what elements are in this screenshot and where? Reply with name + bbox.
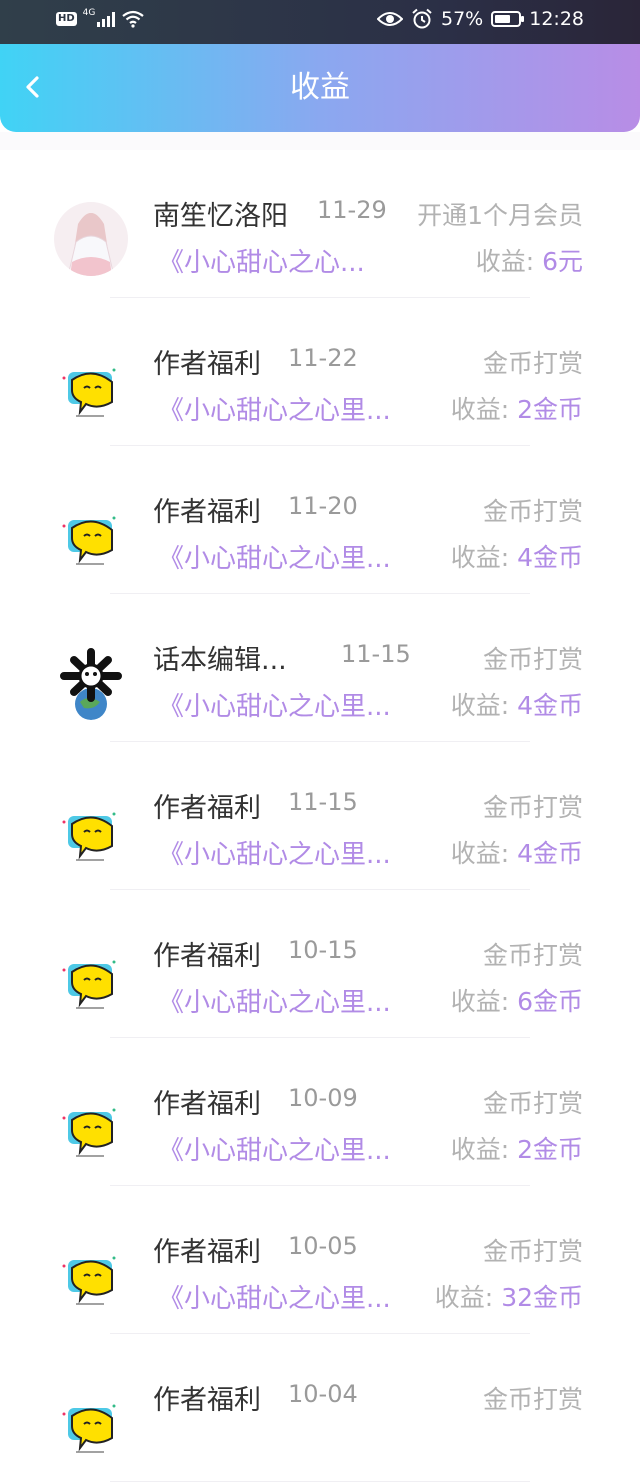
status-right: 57% 12:28 — [377, 8, 584, 30]
avatar[interactable] — [54, 498, 128, 572]
sender-name: 作者福利 — [153, 1089, 261, 1120]
income-record-row[interactable]: 作者福利 11-22 金币打赏《小心甜心之心里... 收益: 2金币 — [0, 298, 640, 446]
hd-badge: HD — [56, 12, 77, 26]
wifi-icon — [122, 10, 145, 28]
sender-name: 作者福利 — [153, 1237, 261, 1268]
income-record-row[interactable]: 作者福利 10-05 金币打赏《小心甜心之心里... 收益: 32金币 — [0, 1186, 640, 1334]
sender-name: 作者福利 — [153, 1385, 261, 1416]
sender-name: 南笙忆洛阳 — [153, 201, 288, 232]
income-record-row[interactable]: 作者福利 10-04 金币打赏 — [0, 1334, 640, 1482]
income-value: 32金币 — [501, 1283, 583, 1312]
avatar[interactable] — [54, 794, 128, 868]
income-value: 2金币 — [517, 1135, 583, 1164]
income-amount: 收益: 6金币 — [451, 982, 583, 1018]
income-record-row[interactable]: 作者福利 10-09 金币打赏《小心甜心之心里... 收益: 2金币 — [0, 1038, 640, 1186]
avatar[interactable] — [54, 646, 128, 720]
income-amount: 收益: 4金币 — [451, 538, 583, 574]
book-title-link[interactable]: 《小心甜心之心里... — [158, 686, 391, 723]
page-title: 收益 — [290, 70, 350, 105]
income-record-row[interactable]: 南笙忆洛阳 11-29 开通1个月会员《小心甜心之心... 收益: 6元 — [0, 150, 640, 298]
record-type: 金币打赏 — [482, 645, 583, 674]
income-record-row[interactable]: 作者福利 11-15 金币打赏《小心甜心之心里... 收益: 4金币 — [0, 742, 640, 890]
record-type: 金币打赏 — [482, 497, 583, 526]
income-label: 收益: — [475, 247, 535, 276]
header-divider — [0, 132, 640, 150]
record-type: 金币打赏 — [482, 793, 583, 822]
book-title-link[interactable]: 《小心甜心之心里... — [158, 390, 391, 427]
record-type: 金币打赏 — [482, 941, 583, 970]
income-label: 收益: — [450, 987, 510, 1016]
book-title-link[interactable]: 《小心甜心之心里... — [158, 834, 391, 871]
status-left: HD 4G — [56, 8, 145, 28]
income-amount: 收益: 6元 — [476, 242, 583, 278]
book-title-link[interactable]: 《小心甜心之心... — [158, 242, 365, 279]
book-title-link[interactable]: 《小心甜心之心里... — [158, 1130, 391, 1167]
income-amount: 收益: 2金币 — [451, 1130, 583, 1166]
income-amount: 收益: 4金币 — [451, 686, 583, 722]
avatar[interactable] — [54, 202, 128, 276]
income-label: 收益: — [450, 1135, 510, 1164]
record-date: 11-15 — [288, 788, 358, 816]
avatar[interactable] — [54, 1386, 128, 1460]
sender-name: 作者福利 — [153, 349, 261, 380]
record-type: 开通1个月会员 — [417, 201, 583, 230]
income-value: 6金币 — [517, 987, 583, 1016]
avatar[interactable] — [54, 350, 128, 424]
income-value: 4金币 — [517, 543, 583, 572]
income-value: 6元 — [542, 247, 583, 276]
record-type: 金币打赏 — [482, 1237, 583, 1266]
alarm-icon — [412, 8, 432, 29]
sender-name: 作者福利 — [153, 793, 261, 824]
book-title-link[interactable]: 《小心甜心之心里... — [158, 982, 391, 1019]
income-list: 南笙忆洛阳 11-29 开通1个月会员《小心甜心之心... 收益: 6元作者福利 11-… — [0, 150, 640, 1482]
income-label: 收益: — [450, 691, 510, 720]
income-amount: 收益: 4金币 — [451, 834, 583, 870]
battery-percent: 57% — [441, 8, 484, 30]
record-date: 11-22 — [288, 344, 358, 372]
sender-name: 作者福利 — [153, 497, 261, 528]
income-label: 收益: — [450, 839, 510, 868]
income-amount: 收益: 2金币 — [451, 390, 583, 426]
income-value: 2金币 — [517, 395, 583, 424]
network-type: 4G — [82, 8, 96, 18]
record-date: 10-05 — [288, 1232, 358, 1260]
income-label: 收益: — [450, 395, 510, 424]
record-date: 10-04 — [288, 1380, 358, 1408]
sender-name: 话本编辑... — [153, 645, 287, 676]
avatar[interactable] — [54, 1238, 128, 1312]
income-record-row[interactable]: 作者福利 11-20 金币打赏《小心甜心之心里... 收益: 4金币 — [0, 446, 640, 594]
eye-icon — [377, 12, 403, 26]
record-date: 10-15 — [288, 936, 358, 964]
record-type: 金币打赏 — [482, 1385, 583, 1414]
record-date: 10-09 — [288, 1084, 358, 1112]
record-type: 金币打赏 — [482, 1089, 583, 1118]
income-label: 收益: — [434, 1283, 494, 1312]
income-value: 4金币 — [517, 691, 583, 720]
record-date: 11-29 — [317, 196, 387, 224]
income-record-row[interactable]: 话本编辑... 11-15 金币打赏《小心甜心之心里... 收益: 4金币 — [0, 594, 640, 742]
record-date: 11-15 — [341, 640, 411, 668]
income-record-row[interactable]: 作者福利 10-15 金币打赏《小心甜心之心里... 收益: 6金币 — [0, 890, 640, 1038]
record-type: 金币打赏 — [482, 349, 583, 378]
record-date: 11-20 — [288, 492, 358, 520]
income-amount: 收益: 32金币 — [435, 1278, 583, 1314]
book-title-link[interactable]: 《小心甜心之心里... — [158, 538, 391, 575]
avatar[interactable] — [54, 942, 128, 1016]
income-value: 4金币 — [517, 839, 583, 868]
income-label: 收益: — [450, 543, 510, 572]
signal-icon — [97, 11, 116, 27]
avatar[interactable] — [54, 1090, 128, 1164]
sender-name: 作者福利 — [153, 941, 261, 972]
battery-icon — [491, 11, 525, 27]
header-bar: 收益 — [0, 44, 640, 132]
clock: 12:28 — [529, 8, 584, 30]
book-title-link[interactable]: 《小心甜心之心里... — [158, 1278, 391, 1315]
